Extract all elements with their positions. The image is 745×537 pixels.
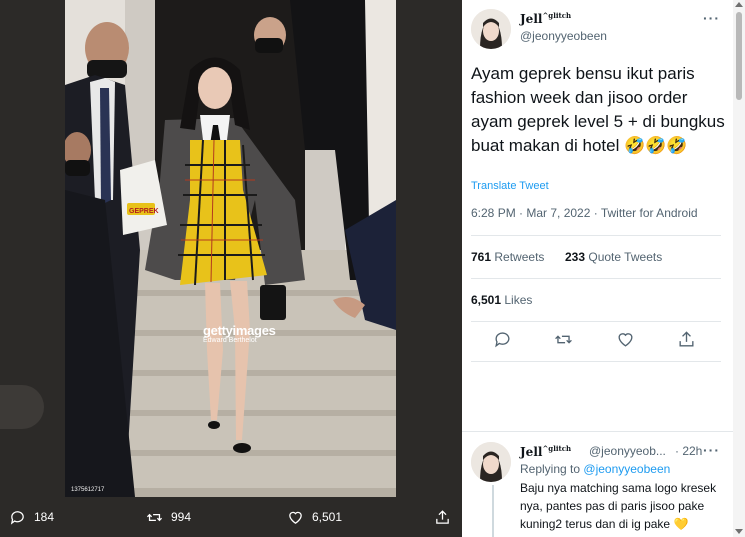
tweet-detail-panel: Jell^glitch @jeonyyeobeen ··· Ayam gepre… xyxy=(462,0,745,537)
divider xyxy=(471,361,721,362)
section-separator xyxy=(462,431,733,432)
reply-author-name[interactable]: Jell^glitch xyxy=(520,444,571,459)
thread-line xyxy=(492,485,494,537)
reply-more-options-icon[interactable]: ··· xyxy=(703,442,720,458)
replying-handle-link[interactable]: @jeonyyeobeen xyxy=(583,462,670,476)
retweet-stats[interactable]: 761 Retweets xyxy=(471,250,544,264)
author-name-sup: ^glitch xyxy=(542,11,572,20)
reply-time[interactable]: · 22h xyxy=(675,444,702,458)
heart-icon xyxy=(289,511,302,524)
share-icon xyxy=(679,331,694,347)
tweet-text: Ayam geprek bensu ikut paris fashion wee… xyxy=(471,64,725,155)
reply-icon xyxy=(10,510,24,525)
reply-icon xyxy=(495,332,510,348)
photo-illustration: GEPREK xyxy=(65,0,396,497)
avatar-image xyxy=(471,9,511,49)
author-handle[interactable]: @jeonyyeobeen xyxy=(520,29,607,43)
quote-stats[interactable]: 233 Quote Tweets xyxy=(565,250,662,264)
reply-author-name-sup: ^glitch xyxy=(542,444,572,453)
retweet-button[interactable] xyxy=(554,330,573,354)
like-action[interactable]: 6,501 xyxy=(287,497,342,537)
share-button[interactable] xyxy=(677,330,696,354)
author-name[interactable]: Jell^glitch xyxy=(520,11,571,26)
replying-to: Replying to @jeonyyeobeen xyxy=(520,462,670,476)
reply-count: 184 xyxy=(34,510,55,524)
avatar-image xyxy=(471,442,511,482)
divider xyxy=(471,321,721,322)
bag-logo: GEPREK xyxy=(129,208,159,215)
photo-id: 1375612717 xyxy=(71,487,105,493)
share-icon xyxy=(436,509,449,524)
share-action[interactable] xyxy=(434,497,451,537)
retweets-label: Retweets xyxy=(494,250,545,264)
reply-text: Baju nya matching sama logo kresek nya, … xyxy=(520,481,717,537)
more-options-icon[interactable]: ··· xyxy=(703,10,720,26)
likes-stats[interactable]: 6,501 Likes xyxy=(471,293,532,307)
author-avatar[interactable] xyxy=(471,9,511,49)
scrollbar[interactable] xyxy=(733,0,745,537)
tweet-photo[interactable]: GEPREK gettyimages Edward Berthelot 1375… xyxy=(65,0,396,497)
scroll-down-arrow-icon[interactable] xyxy=(735,529,743,534)
tweet-meta[interactable]: 6:28 PM · Mar 7, 2022 · Twitter for Andr… xyxy=(471,206,698,220)
likes-count: 6,501 xyxy=(471,293,502,307)
reply-button[interactable] xyxy=(493,330,512,354)
retweet-icon xyxy=(555,335,572,344)
translate-tweet-link[interactable]: Translate Tweet xyxy=(471,180,549,192)
author-name-text: Jell xyxy=(520,12,543,26)
likes-label: Likes xyxy=(504,293,533,307)
photo-credit: Edward Berthelot xyxy=(203,337,257,344)
getty-watermark: gettyimages xyxy=(203,323,276,338)
media-viewer: GEPREK gettyimages Edward Berthelot 1375… xyxy=(0,0,462,537)
divider xyxy=(471,235,721,236)
reply-action[interactable]: 184 xyxy=(9,497,54,537)
replying-label: Replying to xyxy=(520,462,581,476)
retweets-count: 761 xyxy=(471,250,492,264)
retweet-icon xyxy=(146,513,163,521)
reply-author-handle[interactable]: @jeonyyeob... xyxy=(589,444,666,458)
heart-icon xyxy=(618,333,633,347)
reply-author-avatar[interactable] xyxy=(471,442,511,482)
quote-count: 233 xyxy=(565,250,586,264)
media-action-bar: 184 994 6,501 xyxy=(0,497,462,537)
scrollbar-thumb[interactable] xyxy=(736,12,742,100)
reply-author-name-text: Jell xyxy=(520,445,543,459)
previous-media-button[interactable] xyxy=(0,385,44,429)
scroll-up-arrow-icon[interactable] xyxy=(735,2,743,7)
like-button[interactable] xyxy=(616,330,635,354)
retweet-count: 994 xyxy=(171,510,192,524)
quote-label: Quote Tweets xyxy=(588,250,663,264)
like-count: 6,501 xyxy=(312,510,343,524)
divider xyxy=(471,278,721,279)
retweet-action[interactable]: 994 xyxy=(146,497,191,537)
